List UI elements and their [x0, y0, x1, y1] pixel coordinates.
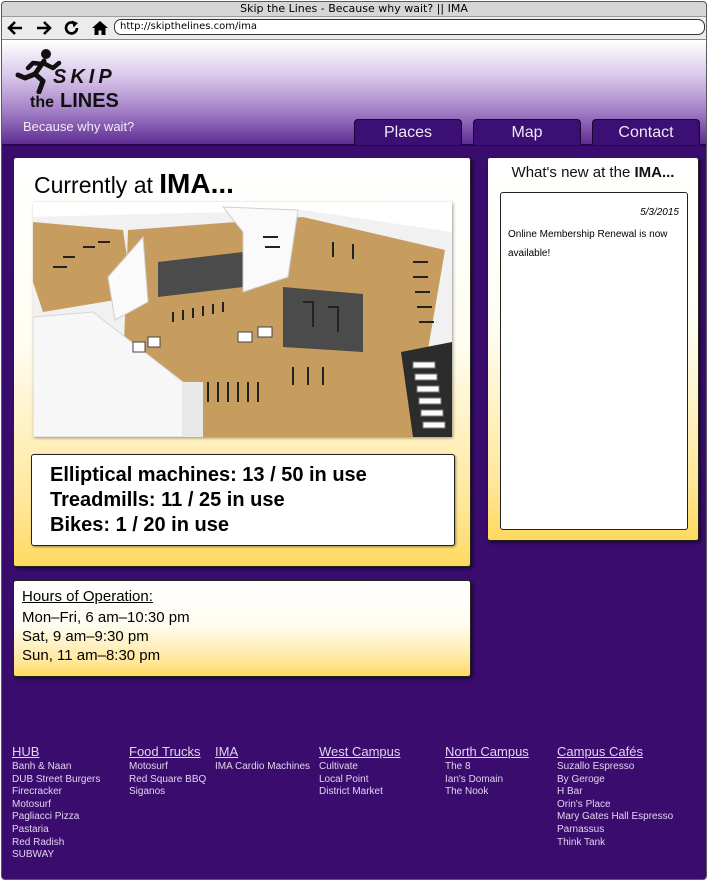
- footer-heading-west-campus[interactable]: West Campus: [319, 744, 400, 759]
- footer-link[interactable]: Red Square BBQ: [129, 774, 206, 787]
- gym-floor-plan-image: [33, 202, 452, 437]
- footer-column-food-trucks: Food Trucks Motosurf Red Square BBQ Siga…: [129, 744, 206, 799]
- window-title: Skip the Lines - Because why wait? || IM…: [2, 2, 706, 17]
- browser-window: Skip the Lines - Because why wait? || IM…: [1, 1, 707, 880]
- footer-link[interactable]: By Geroge: [557, 774, 673, 787]
- tab-contact[interactable]: Contact: [592, 119, 700, 145]
- footer-link[interactable]: Parnassus: [557, 824, 673, 837]
- bike-usage: Bikes: 1 / 20 in use: [50, 514, 229, 536]
- footer-heading-ima[interactable]: IMA: [215, 744, 310, 759]
- main-panel: Currently at IMA... Elliptical machines:…: [13, 157, 471, 567]
- news-date: 5/3/2015: [640, 207, 679, 218]
- footer-column-hub: HUB Banh & Naan DUB Street Burgers Firec…: [12, 744, 100, 862]
- machine-usage-box: Elliptical machines: 13 / 50 in use Trea…: [31, 454, 455, 546]
- logo-lines-text[interactable]: LINES: [60, 90, 119, 113]
- home-icon[interactable]: [91, 20, 109, 36]
- logo-the-text[interactable]: the: [30, 94, 54, 112]
- hours-sunday: Sun, 11 am–8:30 pm: [22, 647, 161, 664]
- news-text: Online Membership Renewal is now availab…: [508, 229, 668, 259]
- footer-column-cafes: Campus Cafés Suzallo Espresso By Geroge …: [557, 744, 673, 849]
- footer-column-north-campus: North Campus The 8 Ian's Domain The Nook: [445, 744, 529, 799]
- tab-map[interactable]: Map: [473, 119, 581, 145]
- footer-link[interactable]: Suzallo Espresso: [557, 761, 673, 774]
- forward-arrow-icon[interactable]: [35, 20, 53, 36]
- footer-heading-hub[interactable]: HUB: [12, 744, 100, 759]
- footer-link[interactable]: The 8: [445, 761, 529, 774]
- footer-heading-food-trucks[interactable]: Food Trucks: [129, 744, 206, 759]
- footer-link[interactable]: Cultivate: [319, 761, 400, 774]
- footer-link[interactable]: Motosurf: [129, 761, 206, 774]
- whats-new-location: IMA...: [634, 164, 675, 181]
- footer-link[interactable]: Local Point: [319, 774, 400, 787]
- tagline: Because why wait?: [23, 119, 135, 134]
- footer-link[interactable]: Think Tank: [557, 837, 673, 850]
- hours-saturday: Sat, 9 am–9:30 pm: [22, 628, 149, 645]
- footer-link[interactable]: Orin's Place: [557, 799, 673, 812]
- hours-weekday: Mon–Fri, 6 am–10:30 pm: [22, 609, 190, 626]
- footer-link[interactable]: Mary Gates Hall Espresso: [557, 811, 673, 824]
- site-header: SKIP the LINES Because why wait? Places …: [2, 40, 706, 146]
- footer-link[interactable]: Ian's Domain: [445, 774, 529, 787]
- footer-link[interactable]: Motosurf: [12, 799, 100, 812]
- hours-panel: Hours of Operation: Mon–Fri, 6 am–10:30 …: [13, 580, 471, 677]
- hours-title: Hours of Operation:: [22, 588, 153, 605]
- whats-new-title: What's new at the IMA...: [488, 164, 698, 181]
- footer-link[interactable]: Siganos: [129, 786, 206, 799]
- news-box: 5/3/2015 Online Membership Renewal is no…: [500, 192, 688, 530]
- footer-link[interactable]: Red Radish: [12, 837, 100, 850]
- footer-link[interactable]: SUBWAY: [12, 849, 100, 862]
- footer-heading-cafes[interactable]: Campus Cafés: [557, 744, 673, 759]
- reload-icon[interactable]: [63, 20, 81, 36]
- page-title: Currently at IMA...: [34, 168, 234, 200]
- footer-link[interactable]: IMA Cardio Machines: [215, 761, 310, 774]
- browser-toolbar: http://skipthelines.com/ima: [2, 17, 706, 40]
- location-name: IMA...: [159, 168, 234, 199]
- logo-skip-text[interactable]: SKIP: [53, 66, 116, 89]
- footer-column-ima: IMA IMA Cardio Machines: [215, 744, 310, 774]
- footer-link[interactable]: District Market: [319, 786, 400, 799]
- tab-places[interactable]: Places: [354, 119, 462, 145]
- footer-link[interactable]: The Nook: [445, 786, 529, 799]
- treadmill-usage: Treadmills: 11 / 25 in use: [50, 489, 285, 511]
- back-arrow-icon[interactable]: [6, 20, 24, 36]
- currently-prefix: Currently at: [34, 172, 153, 198]
- whats-new-prefix: What's new at the: [511, 164, 631, 181]
- footer-link[interactable]: H Bar: [557, 786, 673, 799]
- whats-new-panel: What's new at the IMA... 5/3/2015 Online…: [487, 157, 699, 541]
- footer-link[interactable]: Pagliacci Pizza: [12, 811, 100, 824]
- elliptical-usage: Elliptical machines: 13 / 50 in use: [50, 464, 367, 486]
- footer-link[interactable]: DUB Street Burgers: [12, 774, 100, 787]
- footer-link[interactable]: Banh & Naan: [12, 761, 100, 774]
- footer-column-west-campus: West Campus Cultivate Local Point Distri…: [319, 744, 400, 799]
- url-bar[interactable]: http://skipthelines.com/ima: [114, 19, 705, 35]
- footer-heading-north-campus[interactable]: North Campus: [445, 744, 529, 759]
- footer-link[interactable]: Pastaria: [12, 824, 100, 837]
- footer-link[interactable]: Firecracker: [12, 786, 100, 799]
